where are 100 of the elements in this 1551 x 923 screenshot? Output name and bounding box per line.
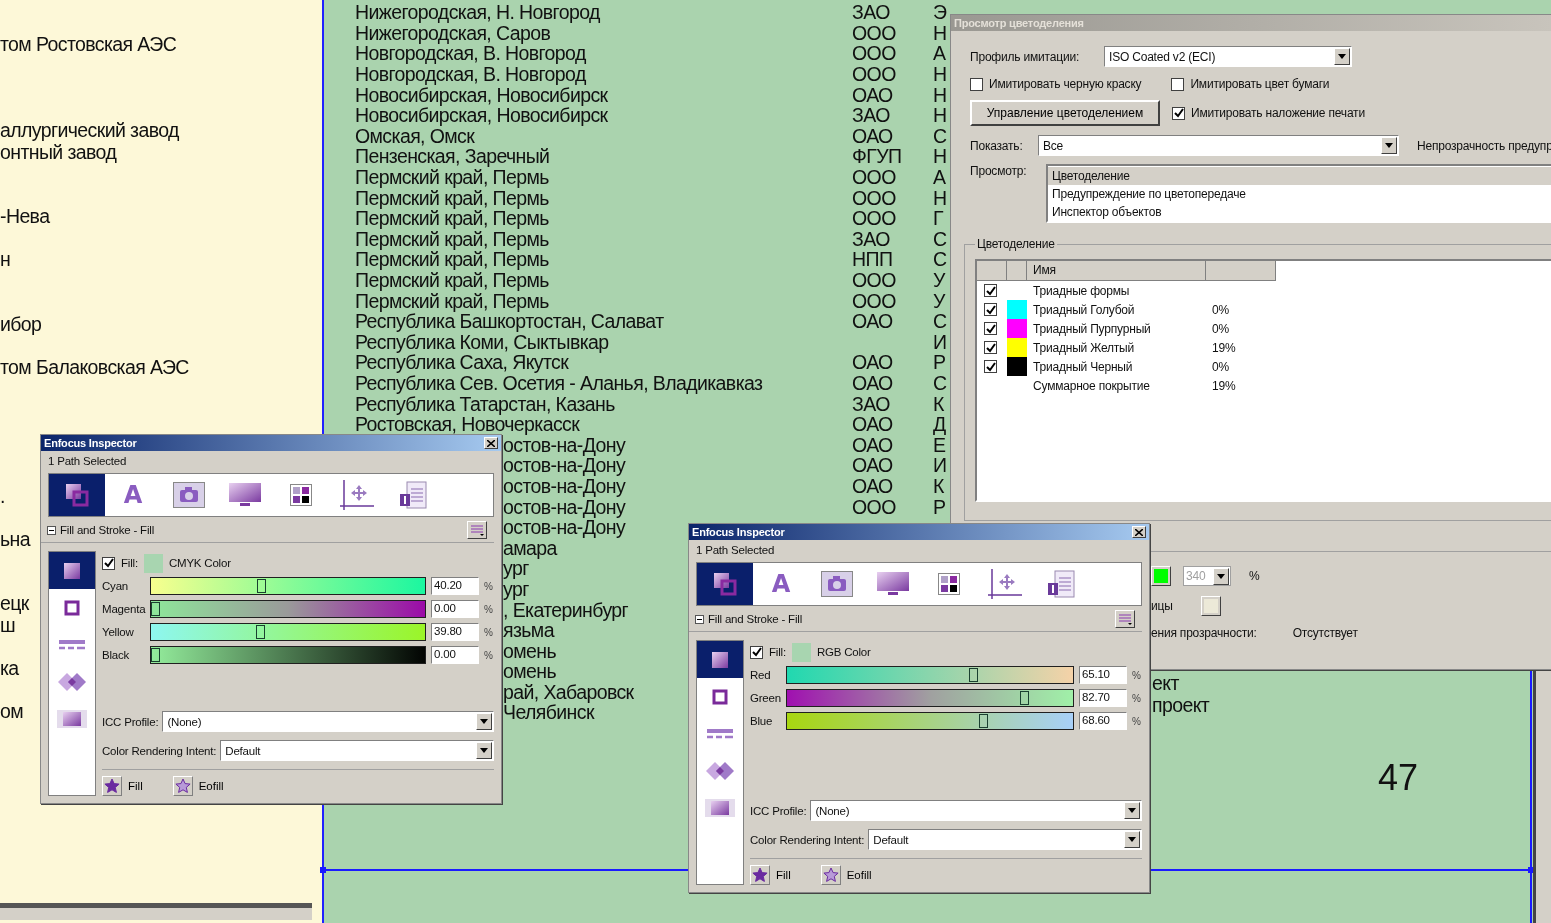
- channel-slider[interactable]: [150, 646, 426, 664]
- overprint-checkbox[interactable]: Имитировать наложение печати: [1172, 106, 1365, 120]
- table-cell: Н: [933, 105, 947, 126]
- table-cell: Новосибирская, Новосибирск: [355, 84, 608, 105]
- slider-thumb[interactable]: [969, 668, 979, 682]
- slider-thumb[interactable]: [151, 602, 161, 616]
- show-dropdown[interactable]: Все: [1038, 135, 1399, 156]
- collapse-icon[interactable]: [47, 525, 56, 535]
- fill-rule-button[interactable]: Eofill: [172, 776, 224, 796]
- fill-rule-button[interactable]: Eofill: [820, 865, 872, 885]
- channel-value-field[interactable]: 65.10: [1079, 666, 1127, 684]
- table-cell: остов-на-Дону: [503, 455, 626, 476]
- coverage-value: 0%: [1211, 359, 1230, 374]
- side-tab[interactable]: [697, 641, 743, 678]
- table-cell: ург: [503, 558, 529, 579]
- channel-slider[interactable]: [150, 600, 426, 618]
- channel-value-field[interactable]: 0.00: [431, 600, 479, 618]
- fill-rule-button[interactable]: Fill: [102, 776, 143, 796]
- monitor-icon: [876, 571, 910, 597]
- close-button[interactable]: [484, 437, 498, 449]
- menu-button[interactable]: [1115, 610, 1135, 628]
- profile-dropdown[interactable]: ISO Coated v2 (ECI): [1104, 46, 1352, 67]
- plate-name: Триадный Черный: [1032, 359, 1134, 374]
- channel-value-field[interactable]: 39.80: [431, 623, 479, 641]
- table-cell: остов-на-Дону: [503, 496, 626, 517]
- column-header[interactable]: Имя: [1027, 261, 1206, 281]
- channel-slider[interactable]: [785, 666, 1074, 684]
- toolbar-tab[interactable]: A: [105, 474, 161, 516]
- icc-profile-dropdown[interactable]: (None): [810, 800, 1142, 821]
- channel-value-field[interactable]: 40.20: [431, 577, 479, 595]
- table-cell: А: [933, 43, 946, 64]
- plate-checkbox[interactable]: [984, 303, 997, 316]
- stroke-icon: [712, 688, 728, 705]
- dropdown-arrow-icon: [1128, 808, 1136, 813]
- table-cell: Е: [933, 434, 946, 455]
- channel-slider[interactable]: [150, 577, 426, 595]
- option-checkbox[interactable]: Имитировать черную краску: [970, 77, 1142, 91]
- checkmark-icon: [1173, 108, 1184, 118]
- collapse-icon[interactable]: [695, 614, 704, 624]
- blend-diamonds-icon: [706, 761, 734, 780]
- menu-button[interactable]: [467, 521, 487, 539]
- table-cell: ООО: [852, 270, 896, 290]
- text-tool-icon: A: [123, 481, 143, 509]
- slider-thumb[interactable]: [257, 579, 267, 593]
- rendering-intent-dropdown[interactable]: Default: [868, 829, 1142, 850]
- toolbar-tab[interactable]: A: [753, 563, 809, 605]
- fill-swatch[interactable]: [143, 553, 163, 573]
- plate-checkbox[interactable]: [984, 341, 997, 354]
- fill-swatch[interactable]: [791, 642, 811, 662]
- icc-profile-dropdown[interactable]: (None): [162, 711, 494, 732]
- column-header[interactable]: [1007, 261, 1027, 281]
- selection-handle[interactable]: [320, 867, 326, 873]
- preview-list-item[interactable]: Предупреждение по цветопередаче: [1048, 185, 1551, 203]
- toolbar-tab[interactable]: [49, 474, 105, 516]
- table-cell: Новгородская, В. Новгород: [355, 43, 586, 64]
- preview-list-item[interactable]: Цветоделение: [1048, 167, 1551, 185]
- option-checkbox[interactable]: Имитировать цвет бумаги: [1171, 77, 1330, 91]
- table-cell: Республика Коми, Сыктывкар: [355, 331, 609, 352]
- dropdown-arrow-icon: [1385, 143, 1393, 148]
- channel-value-field[interactable]: 0.00: [431, 646, 479, 664]
- plate-checkbox[interactable]: [984, 284, 997, 297]
- table-cell: У: [933, 290, 945, 311]
- channel-slider[interactable]: [150, 623, 426, 641]
- channel-value-field[interactable]: 82.70: [1079, 689, 1127, 707]
- horizontal-scrollbar[interactable]: [0, 903, 312, 920]
- fill-rule-button[interactable]: Fill: [750, 865, 791, 885]
- fill-icon: [712, 651, 728, 668]
- manage-separations-button[interactable]: Управление цветоделением: [970, 100, 1160, 126]
- table-cell: ОАО: [852, 414, 893, 435]
- table-cell: Н: [933, 64, 947, 85]
- plate-checkbox[interactable]: [984, 322, 997, 335]
- slider-thumb[interactable]: [1019, 691, 1029, 705]
- channel-slider[interactable]: [785, 689, 1074, 707]
- vertical-scrollbar[interactable]: [1533, 668, 1551, 923]
- fill-checkbox[interactable]: [750, 645, 763, 659]
- close-button[interactable]: [1132, 526, 1146, 538]
- transparency-icon: [705, 798, 735, 817]
- document-text: ект: [1152, 673, 1180, 695]
- icc-profile-label: ICC Profile:: [102, 715, 159, 728]
- slider-thumb[interactable]: [256, 625, 266, 639]
- side-tab[interactable]: [49, 552, 95, 589]
- dropdown-arrow-icon: [1217, 573, 1225, 579]
- document-text: ьна: [0, 528, 30, 550]
- slider-thumb[interactable]: [979, 714, 989, 728]
- channel-value-field[interactable]: 68.60: [1079, 712, 1127, 730]
- toolbar-tab[interactable]: [697, 563, 753, 605]
- rendering-intent-dropdown[interactable]: Default: [220, 740, 494, 761]
- table-cell: НПП: [852, 249, 893, 270]
- dropdown-arrow-icon: [1338, 54, 1346, 59]
- table-cell: остов-на-Дону: [503, 517, 626, 538]
- table-cell: ЗАО: [852, 2, 890, 23]
- swatches-icon: [938, 573, 960, 595]
- fill-checkbox[interactable]: [102, 556, 115, 570]
- channel-label: Red: [750, 669, 772, 681]
- preview-list-item[interactable]: Инспектор объектов: [1048, 203, 1551, 221]
- channel-slider[interactable]: [785, 712, 1074, 730]
- column-header[interactable]: [1206, 261, 1276, 281]
- channel-label: Magenta: [102, 603, 146, 615]
- slider-thumb[interactable]: [151, 648, 161, 662]
- plate-checkbox[interactable]: [984, 360, 997, 373]
